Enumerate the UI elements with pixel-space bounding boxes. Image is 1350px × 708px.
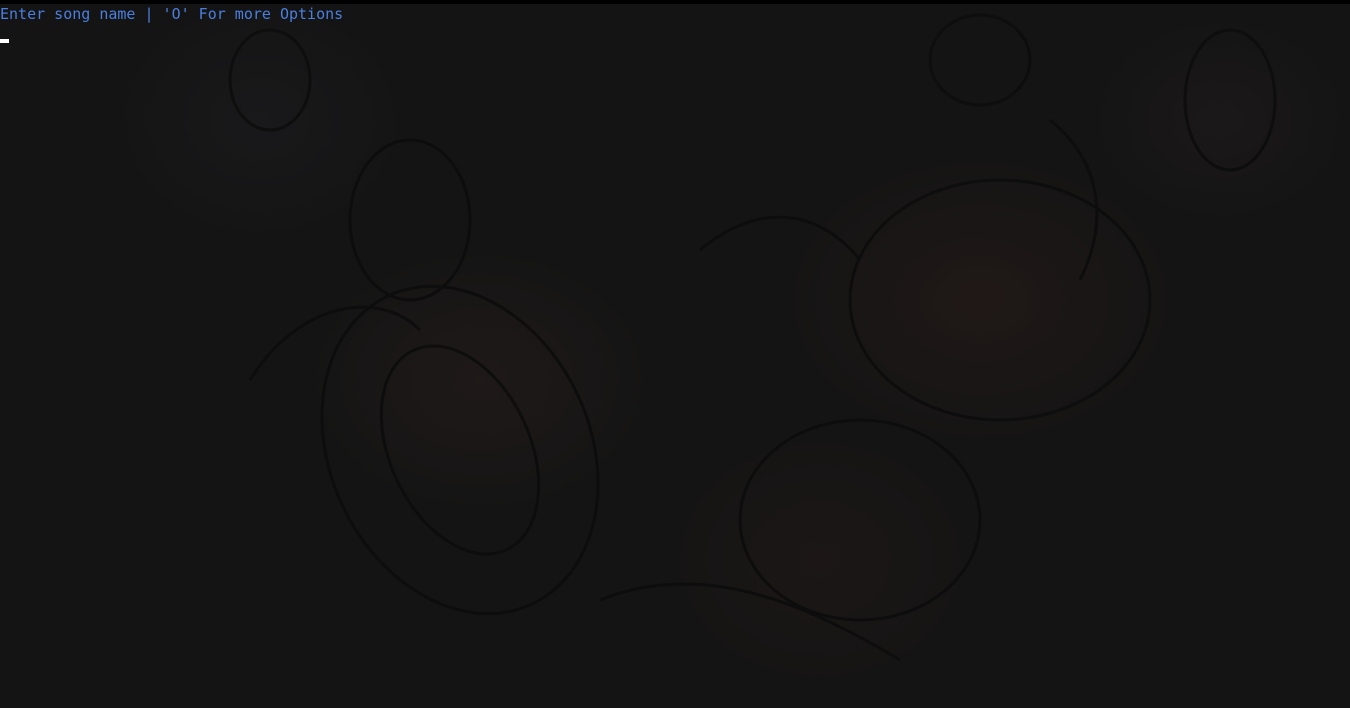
text-cursor[interactable] <box>0 39 9 43</box>
terminal-window[interactable]: Enter song name | 'O' For more Options <box>0 0 1350 708</box>
background-wallpaper <box>228 13 1277 662</box>
song-name-prompt: Enter song name | 'O' For more Options <box>0 5 344 23</box>
